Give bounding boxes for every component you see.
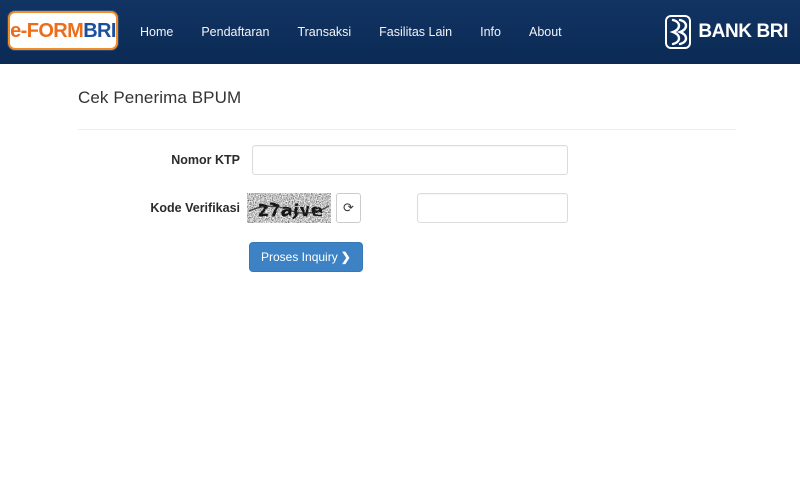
page-title: Cek Penerima BPUM	[78, 88, 242, 107]
form-row-captcha: Kode Verifikasi 27ajve ⟳	[0, 188, 800, 236]
refresh-icon[interactable]: ⟳	[336, 193, 361, 223]
nav-item-transaksi[interactable]: Transaksi	[283, 19, 365, 45]
eform-bri-logo[interactable]: e-FORMBRI	[8, 11, 118, 50]
title-divider	[78, 129, 736, 130]
ktp-label: Nomor KTP	[171, 153, 240, 167]
proses-inquiry-label: Proses Inquiry	[261, 250, 338, 264]
bank-bri-logo: BANK BRI	[665, 14, 788, 50]
captcha-image: 27ajve	[247, 193, 331, 223]
form-row-ktp: Nomor KTP	[0, 140, 800, 188]
nav-item-pendaftaran[interactable]: Pendaftaran	[187, 19, 283, 45]
captcha-input[interactable]	[417, 193, 568, 223]
proses-inquiry-button[interactable]: Proses Inquiry ❯	[249, 242, 363, 272]
bpum-check-form: Nomor KTP Kode Verifikasi 27ajve ⟳ Prose…	[0, 140, 800, 276]
top-navbar: e-FORMBRI Home Pendaftaran Transaksi Fas…	[0, 0, 800, 64]
brand-text: e-FORMBRI	[10, 21, 116, 41]
brand-text-form: FORM	[26, 19, 84, 42]
nav-item-home[interactable]: Home	[126, 19, 187, 45]
brand-text-bri: BRI	[83, 19, 116, 42]
nav-item-about[interactable]: About	[515, 19, 576, 45]
form-row-submit: Proses Inquiry ❯	[0, 236, 800, 276]
bri-mark-icon	[665, 15, 692, 49]
page-root: e-FORMBRI Home Pendaftaran Transaksi Fas…	[0, 0, 800, 500]
chevron-right-icon: ❯	[340, 250, 351, 264]
brand-text-e: e-	[10, 19, 27, 42]
captcha-label: Kode Verifikasi	[150, 201, 240, 215]
ktp-input[interactable]	[252, 145, 568, 175]
bank-bri-text: BANK BRI	[698, 21, 788, 42]
main-nav: Home Pendaftaran Transaksi Fasilitas Lai…	[126, 0, 576, 64]
nav-item-fasilitas-lain[interactable]: Fasilitas Lain	[365, 19, 466, 45]
nav-item-info[interactable]: Info	[466, 19, 515, 45]
